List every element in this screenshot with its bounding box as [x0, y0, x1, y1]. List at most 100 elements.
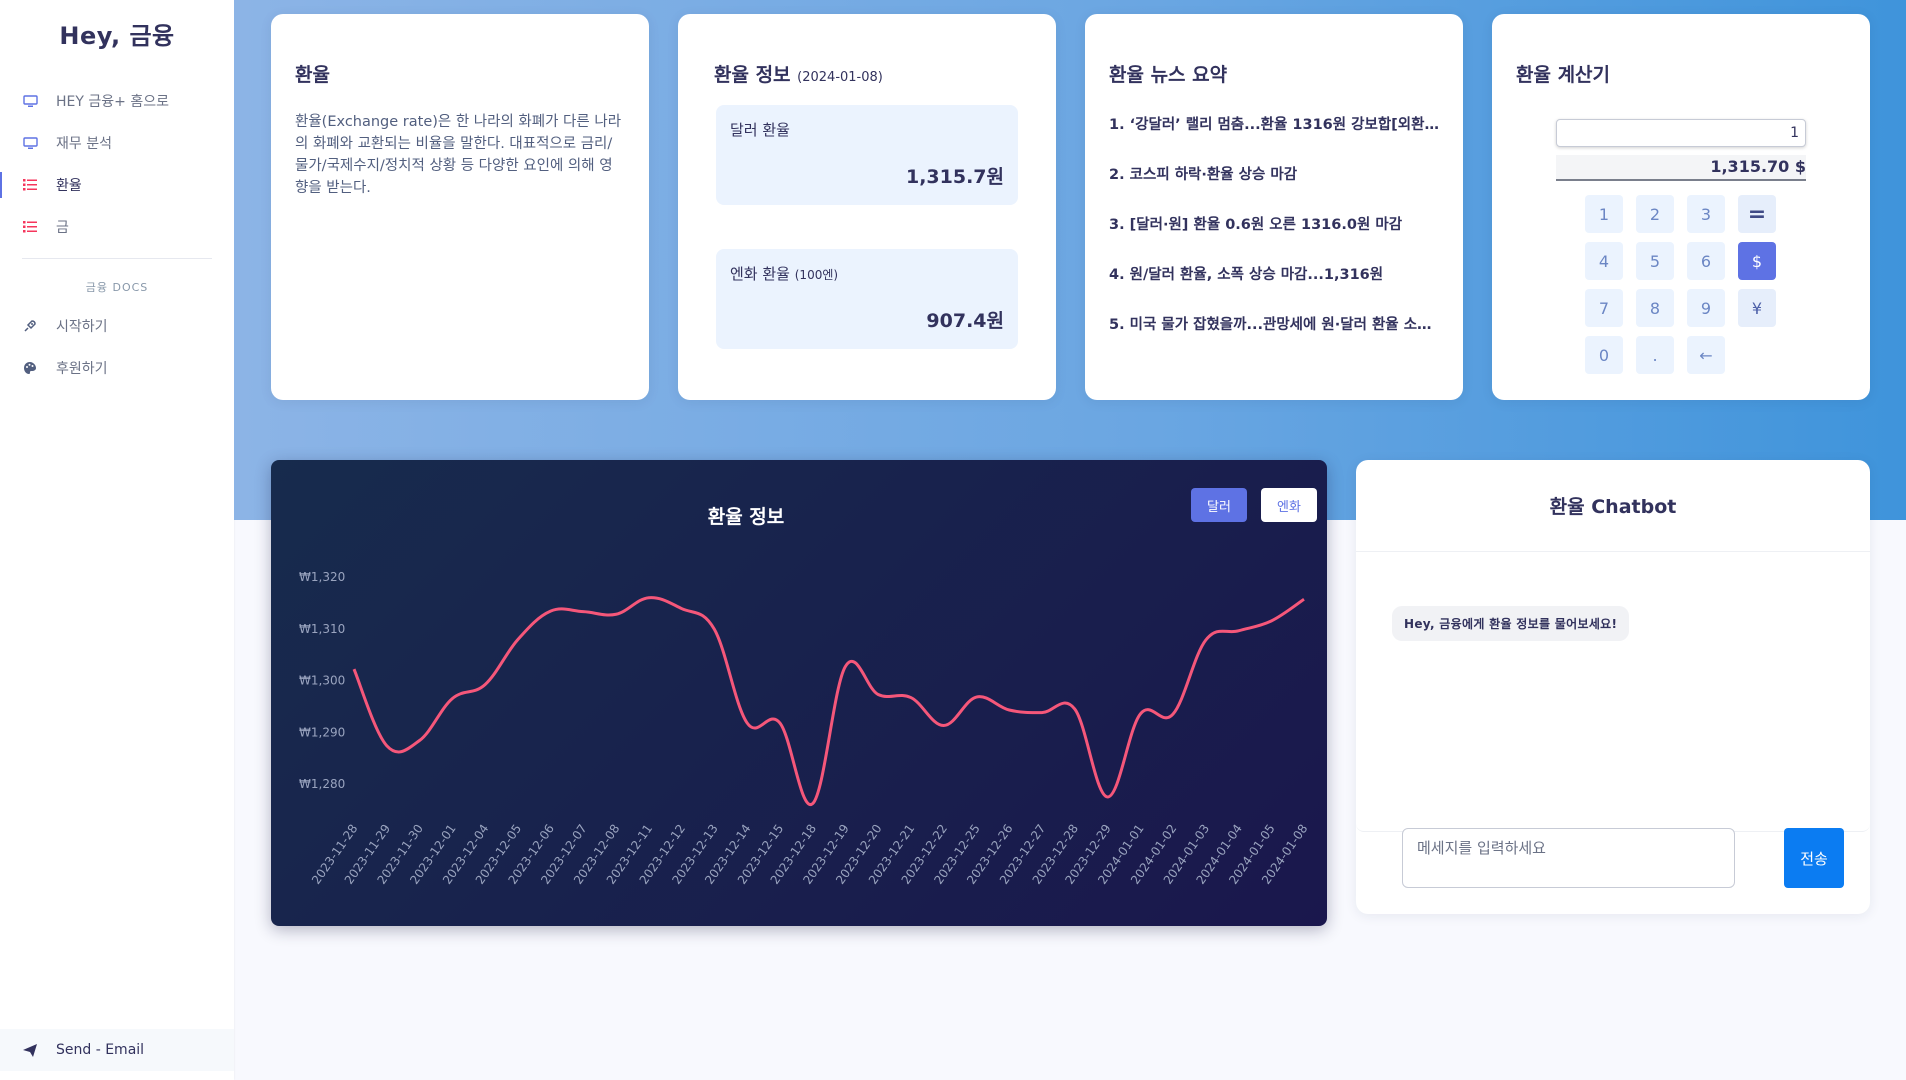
data-point[interactable] [776, 719, 784, 727]
exchange-rate-description: 환율(Exchange rate)은 한 나라의 화폐가 다른 나라의 화폐와 … [295, 114, 622, 196]
docs-nav: 시작하기 후원하기 [0, 305, 234, 389]
card-title: 환율 정보 (2024-01-08) [714, 60, 1018, 87]
key-5[interactable]: 5 [1636, 242, 1674, 280]
key-equals[interactable]: = [1738, 195, 1776, 233]
card-title: 환율 뉴스 요약 [1109, 64, 1228, 86]
key-2[interactable]: 2 [1636, 195, 1674, 233]
sidebar-item-label: 재무 분석 [56, 136, 112, 152]
data-point[interactable] [743, 719, 751, 727]
key-7[interactable]: 7 [1585, 289, 1623, 327]
y-tick-label: ₩1,300 [299, 674, 345, 688]
sidebar-item-label: 후원하기 [56, 361, 108, 377]
news-item[interactable]: 1. ‘강달러’ 랠리 멈춤...환율 1316원 강보합[외환마감] [1109, 113, 1439, 163]
sidebar: Hey, 금융 HEY 금융+ 홈으로 재무 분석 환율 금 금융 DOCS 시… [0, 0, 234, 1080]
sidebar-item-getting-started[interactable]: 시작하기 [0, 305, 234, 347]
calculator-result: 1,315.70 $ [1556, 155, 1806, 181]
calculator-keypad: 1 2 3 = 4 5 6 $ 7 8 9 ¥ 0 . ← [1585, 195, 1777, 374]
data-point[interactable] [1300, 595, 1308, 603]
data-point[interactable] [1267, 617, 1275, 625]
data-point[interactable] [874, 690, 882, 698]
sidebar-item-financial-analysis[interactable]: 재무 분석 [0, 122, 234, 164]
data-point[interactable] [1103, 793, 1111, 801]
data-point[interactable] [416, 737, 424, 745]
data-point[interactable] [645, 594, 653, 602]
info-date: (2024-01-08) [797, 70, 883, 85]
paper-plane-icon [22, 1042, 38, 1058]
data-point[interactable] [1169, 710, 1177, 718]
news-item[interactable]: 4. 원/달러 환율, 소폭 상승 마감...1,316원 [1109, 263, 1439, 313]
calculator-input[interactable] [1556, 119, 1806, 147]
key-dollar[interactable]: $ [1738, 242, 1776, 280]
data-point[interactable] [1136, 710, 1144, 718]
yen-unit: (100엔) [794, 268, 839, 282]
data-point[interactable] [972, 693, 980, 701]
chat-messages: Hey, 금융에게 환율 정보를 물어보세요! [1356, 552, 1870, 832]
list-icon [22, 177, 38, 193]
yen-rate-box: 엔화 환율 (100엔) 907.4원 [716, 249, 1018, 349]
exchange-rate-chart: ₩1,320₩1,310₩1,300₩1,290₩1,2802023-11-28… [299, 570, 1310, 887]
news-item[interactable]: 5. 미국 물가 잡혔을까...관망세에 원·달러 환율 소폭 상승 [1109, 313, 1439, 363]
news-item[interactable]: 2. 코스피 하락·환율 상승 마감 [1109, 163, 1439, 213]
sidebar-item-exchange-rate[interactable]: 환율 [0, 164, 234, 206]
exchange-news-card: 환율 뉴스 요약 1. ‘강달러’ 랠리 멈춤...환율 1316원 강보합[외… [1085, 14, 1463, 400]
sidebar-item-home[interactable]: HEY 금융+ 홈으로 [0, 80, 234, 122]
sidebar-item-donate[interactable]: 후원하기 [0, 347, 234, 389]
monitor-icon [22, 93, 38, 109]
data-point[interactable] [678, 605, 686, 613]
dollar-rate-label: 달러 환율 [730, 121, 790, 139]
y-tick-label: ₩1,310 [299, 622, 345, 636]
dollar-toggle-button[interactable]: 달러 [1191, 488, 1247, 522]
key-0[interactable]: 0 [1585, 336, 1623, 374]
main-content: 환율 환율(Exchange rate)은 한 나라의 화폐가 다른 나라의 화… [234, 0, 1906, 1080]
data-point[interactable] [481, 681, 489, 689]
data-point[interactable] [1071, 705, 1079, 713]
exchange-rate-about-card: 환율 환율(Exchange rate)은 한 나라의 화폐가 다른 나라의 화… [271, 14, 649, 400]
key-backspace[interactable]: ← [1687, 336, 1725, 374]
data-point[interactable] [547, 607, 555, 615]
dollar-rate-value: 1,315.7원 [905, 166, 1004, 188]
key-4[interactable]: 4 [1585, 242, 1623, 280]
brand-title[interactable]: Hey, 금융 [0, 16, 234, 51]
news-item[interactable]: 3. [달러·원] 환율 0.6원 오른 1316.0원 마감 [1109, 213, 1439, 263]
key-3[interactable]: 3 [1687, 195, 1725, 233]
card-title: 환율 [295, 64, 330, 86]
sidebar-item-gold[interactable]: 금 [0, 206, 234, 248]
data-point[interactable] [809, 800, 817, 808]
sidebar-item-label: 시작하기 [56, 319, 108, 335]
data-point[interactable] [710, 625, 718, 633]
key-8[interactable]: 8 [1636, 289, 1674, 327]
chat-message-input[interactable] [1402, 828, 1735, 888]
data-point[interactable] [1234, 627, 1242, 635]
data-point[interactable] [514, 636, 522, 644]
data-point[interactable] [841, 663, 849, 671]
key-yen[interactable]: ¥ [1738, 289, 1776, 327]
key-9[interactable]: 9 [1687, 289, 1725, 327]
news-list: 1. ‘강달러’ 랠리 멈춤...환율 1316원 강보합[외환마감] 2. 코… [1109, 113, 1439, 363]
info-title: 환율 정보 [714, 64, 791, 86]
chart-title: 환율 정보 [707, 506, 785, 528]
data-point[interactable] [1038, 709, 1046, 717]
key-1[interactable]: 1 [1585, 195, 1623, 233]
exchange-rate-line [352, 596, 1305, 806]
key-6[interactable]: 6 [1687, 242, 1725, 280]
sidebar-item-label: HEY 금융+ 홈으로 [56, 94, 169, 110]
send-email-button[interactable]: Send - Email [0, 1029, 234, 1071]
sidebar-nav: HEY 금융+ 홈으로 재무 분석 환율 금 금융 DOCS 시작하기 후원하기 [0, 80, 234, 389]
yen-rate-label: 엔화 환율 (100엔) [730, 263, 1004, 284]
data-point[interactable] [350, 665, 358, 673]
exchange-rate-info-card: 환율 정보 (2024-01-08) 달러 환율 1,315.7원 엔화 환율 … [678, 14, 1056, 400]
data-point[interactable] [448, 695, 456, 703]
palette-icon [22, 360, 38, 376]
data-point[interactable] [907, 694, 915, 702]
data-point[interactable] [612, 610, 620, 618]
data-point[interactable] [1005, 706, 1013, 714]
yen-rate-value: 907.4원 [926, 310, 1004, 332]
data-point[interactable] [940, 722, 948, 730]
data-point[interactable] [383, 742, 391, 750]
yen-toggle-button[interactable]: 엔화 [1261, 488, 1317, 522]
data-point[interactable] [579, 608, 587, 616]
sidebar-divider [22, 258, 212, 259]
chat-send-button[interactable]: 전송 [1784, 828, 1844, 888]
data-point[interactable] [1202, 636, 1210, 644]
key-decimal[interactable]: . [1636, 336, 1674, 374]
